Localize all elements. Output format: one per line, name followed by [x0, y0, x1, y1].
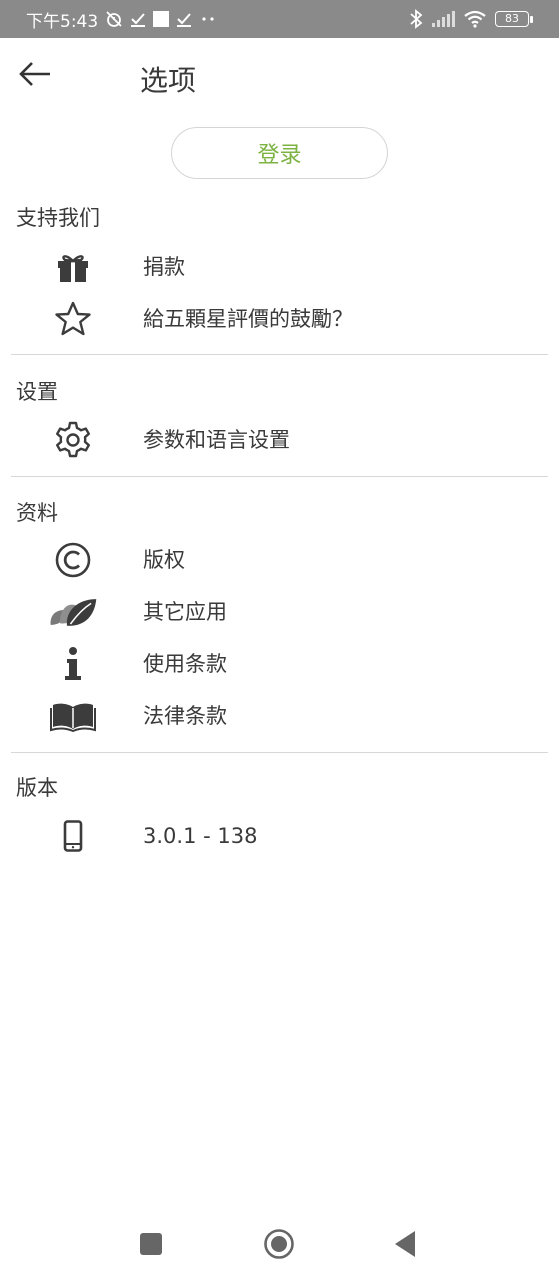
copyright-icon	[48, 536, 98, 584]
gift-icon	[48, 243, 98, 291]
other-apps-item[interactable]: 其它应用	[0, 588, 559, 636]
login-button[interactable]: 登录	[171, 127, 388, 179]
status-right: 83	[409, 0, 533, 38]
info-icon	[48, 640, 98, 688]
home-button[interactable]	[259, 1224, 299, 1264]
home-icon	[264, 1229, 294, 1259]
preferences-item[interactable]: 参数和语言设置	[0, 416, 559, 464]
preferences-label: 参数和语言设置	[143, 428, 290, 452]
legal-terms-label: 法律条款	[143, 704, 227, 728]
alarm-off-icon	[104, 0, 124, 38]
page-title: 选项	[140, 64, 197, 97]
divider	[11, 476, 548, 477]
section-title-support: 支持我们	[16, 206, 100, 230]
bluetooth-icon	[409, 0, 423, 38]
other-apps-label: 其它应用	[143, 600, 227, 624]
back-button[interactable]	[14, 54, 56, 94]
status-time: 下午5:43	[26, 11, 99, 32]
rate-app-label: 給五顆星評價的鼓勵？	[143, 307, 353, 331]
status-left: 下午5:43	[26, 0, 218, 38]
check-icon	[176, 0, 192, 38]
section-title-info: 资料	[16, 501, 58, 525]
status-bar: 下午5:43 83	[0, 0, 559, 38]
legal-terms-item[interactable]: 法律条款	[0, 692, 559, 740]
leaves-icon	[48, 588, 98, 636]
copyright-label: 版权	[143, 548, 185, 572]
section-title-settings: 设置	[16, 380, 58, 404]
signal-icon	[431, 0, 455, 38]
gear-icon	[48, 416, 98, 464]
donate-item[interactable]: 捐款	[0, 243, 559, 291]
square-icon	[152, 0, 170, 38]
battery-icon: 83	[495, 11, 533, 27]
arrow-left-icon	[19, 62, 50, 86]
terms-of-use-label: 使用条款	[143, 652, 227, 676]
rate-app-item[interactable]: 給五顆星評價的鼓勵？	[0, 295, 559, 343]
terms-of-use-item[interactable]: 使用条款	[0, 640, 559, 688]
recents-button[interactable]	[131, 1224, 171, 1264]
check-icon	[130, 0, 146, 38]
phone-icon	[48, 812, 98, 860]
version-item: 3.0.1 - 138	[0, 812, 559, 860]
back-nav-button[interactable]	[385, 1224, 425, 1264]
copyright-item[interactable]: 版权	[0, 536, 559, 584]
version-label: 3.0.1 - 138	[143, 824, 258, 848]
donate-label: 捐款	[143, 255, 185, 279]
divider	[11, 354, 548, 355]
navigation-bar	[0, 1210, 559, 1280]
section-title-version: 版本	[16, 776, 58, 800]
back-icon	[395, 1231, 415, 1257]
recents-icon	[140, 1233, 162, 1255]
book-icon	[48, 692, 98, 740]
star-icon	[48, 295, 98, 343]
battery-level: 83	[495, 11, 529, 27]
divider	[11, 752, 548, 753]
more-dots-icon	[198, 0, 218, 38]
wifi-icon	[463, 0, 487, 38]
